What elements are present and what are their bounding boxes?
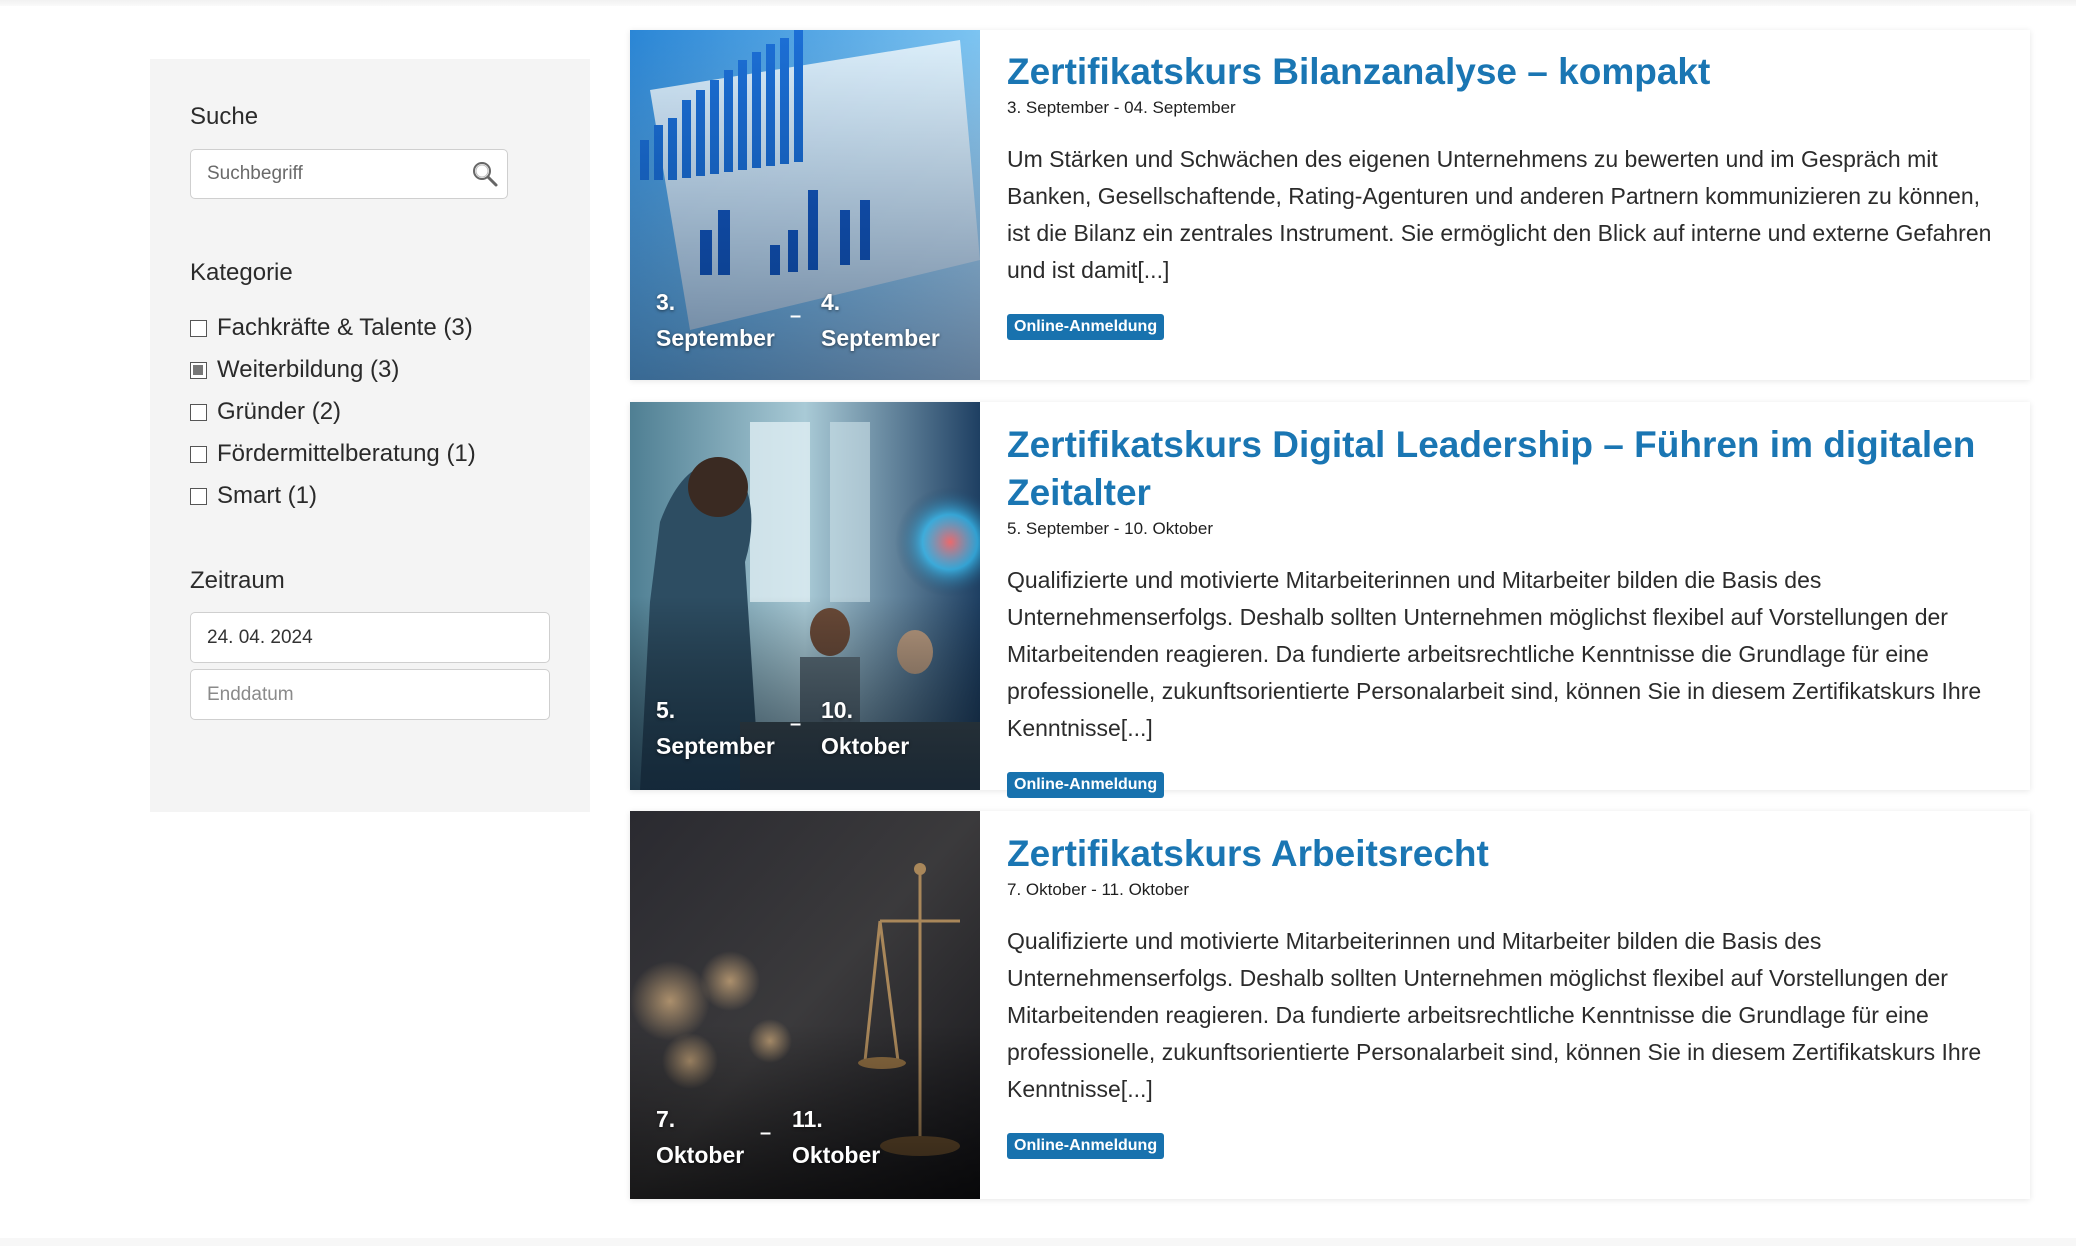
event-title-link[interactable]: Zertifikatskurs Digital Leadership – Füh… [1007, 421, 2000, 517]
category-label: Fachkräfte & Talente (3) [217, 314, 473, 341]
overlay-start-date: 3. September [656, 284, 775, 356]
overlay-end-month: September [821, 325, 940, 351]
event-description: Qualifizierte und motivierte Mitarbeiter… [1007, 928, 1982, 1102]
search-input[interactable] [191, 150, 461, 198]
category-item-gruender[interactable]: Gründer (2) [190, 391, 476, 433]
event-title-link[interactable]: Zertifikatskurs Arbeitsrecht [1007, 830, 2000, 878]
overlay-end-month: Oktober [792, 1142, 881, 1168]
category-item-weiterbildung[interactable]: Weiterbildung (3) [190, 349, 476, 391]
checkbox[interactable] [190, 445, 207, 463]
overlay-end-date: 10. Oktober [821, 692, 909, 764]
period-heading: Zeitraum [190, 567, 285, 594]
overlay-end-date: 11. Oktober [792, 1101, 880, 1173]
event-content: Zertifikatskurs Digital Leadership – Füh… [1007, 421, 2000, 798]
checkbox[interactable] [190, 487, 207, 505]
event-date-range: 3. September - 04. September [1007, 98, 1236, 117]
online-registration-badge[interactable]: Online-Anmeldung [1007, 1133, 1165, 1159]
overlay-end-day: 11. [792, 1106, 823, 1132]
overlay-date-separator: – [790, 305, 802, 327]
online-registration-badge[interactable]: Online-Anmeldung [1007, 772, 1165, 798]
online-registration-badge[interactable]: Online-Anmeldung [1007, 314, 1165, 340]
event-date-range: 5. September - 10. Oktober [1007, 519, 1213, 538]
checkbox-checked[interactable] [190, 361, 207, 379]
event-title-link[interactable]: Zertifikatskurs Bilanzanalyse – kompakt [1007, 48, 2000, 96]
overlay-start-date: 5. September [656, 692, 775, 764]
event-image[interactable]: 7. Oktober – 11. Oktober [630, 811, 980, 1199]
overlay-start-date: 7. Oktober [656, 1101, 744, 1173]
overlay-start-day: 3. [656, 289, 676, 315]
event-content: Zertifikatskurs Bilanzanalyse – kompakt … [1007, 48, 2000, 340]
category-label: Gründer (2) [217, 398, 342, 425]
event-description: Qualifizierte und motivierte Mitarbeiter… [1007, 567, 1982, 741]
category-item-fachkraefte[interactable]: Fachkräfte & Talente (3) [190, 307, 476, 349]
filter-sidebar: Suche Kategorie Fachkräfte & Talente (3)… [150, 59, 590, 812]
category-item-smart[interactable]: Smart (1) [190, 475, 476, 517]
event-card: 3. September – 4. September Zertifikatsk… [630, 30, 2030, 380]
event-date-range: 7. Oktober - 11. Oktober [1007, 880, 1190, 899]
bottom-divider [0, 1238, 2076, 1246]
overlay-date-separator: – [760, 1122, 772, 1144]
event-image[interactable]: 3. September – 4. September [630, 30, 980, 380]
event-card: 7. Oktober – 11. Oktober Zertifikatskurs… [630, 811, 2030, 1199]
category-list: Fachkräfte & Talente (3) Weiterbildung (… [190, 307, 476, 517]
search-heading: Suche [190, 103, 259, 130]
overlay-end-date: 4. September [821, 284, 940, 356]
overlay-end-month: Oktober [821, 733, 910, 759]
event-card: 5. September – 10. Oktober Zertifikatsku… [630, 402, 2030, 798]
category-label: Weiterbildung (3) [217, 356, 400, 383]
event-description: Um Stärken und Schwächen des eigenen Unt… [1007, 146, 1992, 283]
top-divider [0, 0, 2076, 6]
overlay-start-month: Oktober [656, 1142, 745, 1168]
overlay-start-day: 7. [656, 1106, 676, 1132]
category-heading: Kategorie [190, 259, 293, 286]
checkbox[interactable] [190, 403, 207, 421]
overlay-end-day: 4. [821, 289, 841, 315]
category-label: Smart (1) [217, 482, 318, 509]
category-item-foerdermittelberatung[interactable]: Fördermittelberatung (1) [190, 433, 476, 475]
end-date-field[interactable] [190, 669, 550, 720]
search-icon[interactable] [471, 160, 499, 188]
overlay-start-month: September [656, 325, 775, 351]
start-date-field[interactable] [190, 612, 550, 663]
category-label: Fördermittelberatung (1) [217, 440, 476, 467]
overlay-date-separator: – [790, 713, 802, 735]
event-content: Zertifikatskurs Arbeitsrecht 7. Oktober … [1007, 830, 2000, 1159]
overlay-start-month: September [656, 733, 775, 759]
checkbox[interactable] [190, 319, 207, 337]
overlay-end-day: 10. [821, 697, 853, 723]
search-box [190, 149, 508, 199]
overlay-start-day: 5. [656, 697, 676, 723]
event-image[interactable]: 5. September – 10. Oktober [630, 402, 980, 790]
